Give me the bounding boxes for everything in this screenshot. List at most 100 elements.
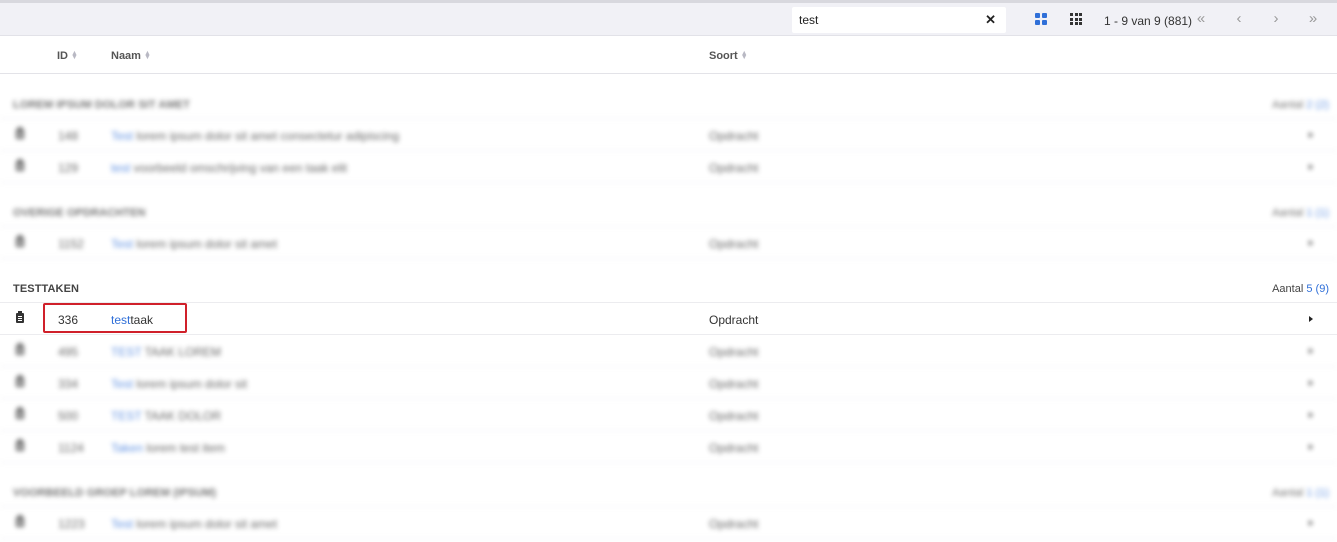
table-row[interactable]: 1152 Test lorem ipsum dolor sit amet Opd…: [0, 227, 1337, 259]
count-value: 2: [1306, 99, 1313, 111]
close-icon[interactable]: ✕: [985, 12, 996, 28]
name-highlight: Taken: [111, 441, 144, 455]
clipboard-icon: [16, 159, 24, 171]
row-type: Opdracht: [709, 313, 759, 327]
column-id[interactable]: ID ▲ ▼: [57, 50, 78, 62]
table-row[interactable]: 129 test voorbeeld omschrijving van een …: [0, 151, 1337, 183]
row-type: Opdracht: [709, 345, 759, 359]
caret-right-icon: [1309, 132, 1313, 138]
search-box: ✕: [792, 7, 1006, 33]
column-type[interactable]: Soort ▲ ▼: [709, 50, 748, 62]
row-id: 1124: [58, 441, 84, 455]
count-label: Aantal: [1272, 207, 1304, 219]
name-rest: TAAK LOREM: [141, 345, 222, 359]
caret-right-icon: [1309, 444, 1313, 450]
table-row[interactable]: 1223 Test lorem ipsum dolor sit amet Opd…: [0, 507, 1337, 539]
prev-page-icon[interactable]: ‹: [1231, 11, 1247, 27]
count-value: 1: [1306, 207, 1313, 219]
clipboard-icon: [16, 375, 24, 387]
group-header: Overige opdrachten Aantal 1 (1): [0, 183, 1337, 227]
last-page-icon[interactable]: »: [1305, 11, 1321, 27]
group-count: Aantal 5 (9): [1272, 283, 1329, 295]
row-name: Test lorem ipsum dolor sit amet: [111, 237, 277, 251]
row-id: 334: [58, 377, 79, 391]
group-header: TESTTAKEN Aantal 5 (9): [0, 259, 1337, 303]
caret-right-icon[interactable]: [1309, 316, 1313, 322]
count-label: Aantal: [1272, 99, 1304, 111]
row-name: Test lorem ipsum dolor sit: [111, 377, 247, 391]
row-type: Opdracht: [709, 377, 759, 391]
result-group: Lorem ipsum dolor sit amet Aantal 2 (2) …: [0, 75, 1337, 183]
name-rest: voorbeeld omschrijving van een taak elit: [130, 161, 348, 175]
clipboard-icon: [16, 311, 24, 323]
column-name[interactable]: Naam ▲ ▼: [111, 50, 151, 62]
grid-small-icon[interactable]: [1070, 13, 1082, 25]
caret-right-icon: [1309, 412, 1313, 418]
results-list: Lorem ipsum dolor sit amet Aantal 2 (2) …: [0, 75, 1337, 539]
table-row[interactable]: 1124 Taken lorem test item Opdracht: [0, 431, 1337, 463]
row-type: Opdracht: [709, 237, 759, 251]
name-rest: lorem ipsum dolor sit: [133, 377, 248, 391]
column-header: ID ▲ ▼ Naam ▲ ▼ Soort ▲ ▼: [0, 36, 1337, 74]
clipboard-icon: [16, 515, 24, 527]
clipboard-icon: [16, 439, 24, 451]
table-row[interactable]: 495 TEST TAAK LOREM Opdracht: [0, 335, 1337, 367]
clipboard-icon: [16, 407, 24, 419]
count-total: (1): [1315, 207, 1329, 219]
name-highlight: TEST: [111, 409, 142, 423]
name-rest: TAAK DOLOR: [141, 409, 222, 423]
clipboard-icon: [16, 235, 24, 247]
row-type: Opdracht: [709, 517, 759, 531]
table-row[interactable]: 336 testtaak Opdracht: [0, 303, 1337, 335]
row-name: TEST TAAK DOLOR: [111, 409, 221, 423]
sort-icon: ▲ ▼: [144, 50, 151, 62]
row-type: Opdracht: [709, 129, 759, 143]
sort-icon: ▲ ▼: [740, 50, 748, 62]
group-header: Lorem ipsum dolor sit amet Aantal 2 (2): [0, 75, 1337, 119]
count-value: 5: [1306, 283, 1313, 295]
caret-right-icon: [1309, 164, 1313, 170]
row-name: Test lorem ipsum dolor sit amet consecte…: [111, 129, 399, 143]
table-row[interactable]: 148 Test lorem ipsum dolor sit amet cons…: [0, 119, 1337, 151]
row-name: Test lorem ipsum dolor sit amet: [111, 517, 277, 531]
grid-large-icon[interactable]: [1035, 13, 1047, 25]
count-label: Aantal: [1272, 487, 1304, 499]
name-highlight: Test: [111, 129, 134, 143]
row-type: Opdracht: [709, 409, 759, 423]
row-type: Opdracht: [709, 441, 759, 455]
row-id: 495: [58, 345, 79, 359]
count-total: (1): [1315, 487, 1329, 499]
row-type: Opdracht: [709, 161, 759, 175]
search-input[interactable]: [799, 10, 979, 30]
caret-right-icon: [1309, 240, 1313, 246]
group-count: Aantal 1 (1): [1272, 207, 1329, 219]
name-rest: lorem ipsum dolor sit amet consectetur a…: [133, 129, 400, 143]
row-id: 148: [58, 129, 79, 143]
name-rest: lorem ipsum dolor sit amet: [133, 517, 278, 531]
row-name: Taken lorem test item: [111, 441, 225, 455]
group-title: Voorbeeld groep lorem (ipsum): [13, 487, 217, 499]
count-label: Aantal: [1272, 283, 1304, 295]
name-highlight: Test: [111, 377, 134, 391]
result-group: TESTTAKEN Aantal 5 (9) 336 testtaak Opdr…: [0, 259, 1337, 463]
next-page-icon[interactable]: ›: [1268, 11, 1284, 27]
name-highlight: test: [111, 161, 131, 175]
name-rest: lorem test item: [143, 441, 226, 455]
pagination-info: 1 - 9 van 9 (881): [1104, 14, 1193, 28]
count-total: (9): [1315, 283, 1329, 295]
caret-right-icon: [1309, 520, 1313, 526]
name-rest: taak: [130, 313, 154, 327]
column-name-label: Naam: [111, 50, 141, 62]
group-title: Lorem ipsum dolor sit amet: [13, 99, 190, 111]
first-page-icon[interactable]: «: [1193, 11, 1209, 27]
group-title: Overige opdrachten: [13, 207, 146, 219]
table-row[interactable]: 334 Test lorem ipsum dolor sit Opdracht: [0, 367, 1337, 399]
name-rest: lorem ipsum dolor sit amet: [133, 237, 278, 251]
clipboard-icon: [16, 343, 24, 355]
name-highlight: Test: [111, 517, 134, 531]
table-row[interactable]: 500 TEST TAAK DOLOR Opdracht: [0, 399, 1337, 431]
row-id: 336: [58, 313, 79, 327]
row-id: 500: [58, 409, 79, 423]
group-title: TESTTAKEN: [13, 283, 80, 295]
result-group: Voorbeeld groep lorem (ipsum) Aantal 1 (…: [0, 463, 1337, 539]
